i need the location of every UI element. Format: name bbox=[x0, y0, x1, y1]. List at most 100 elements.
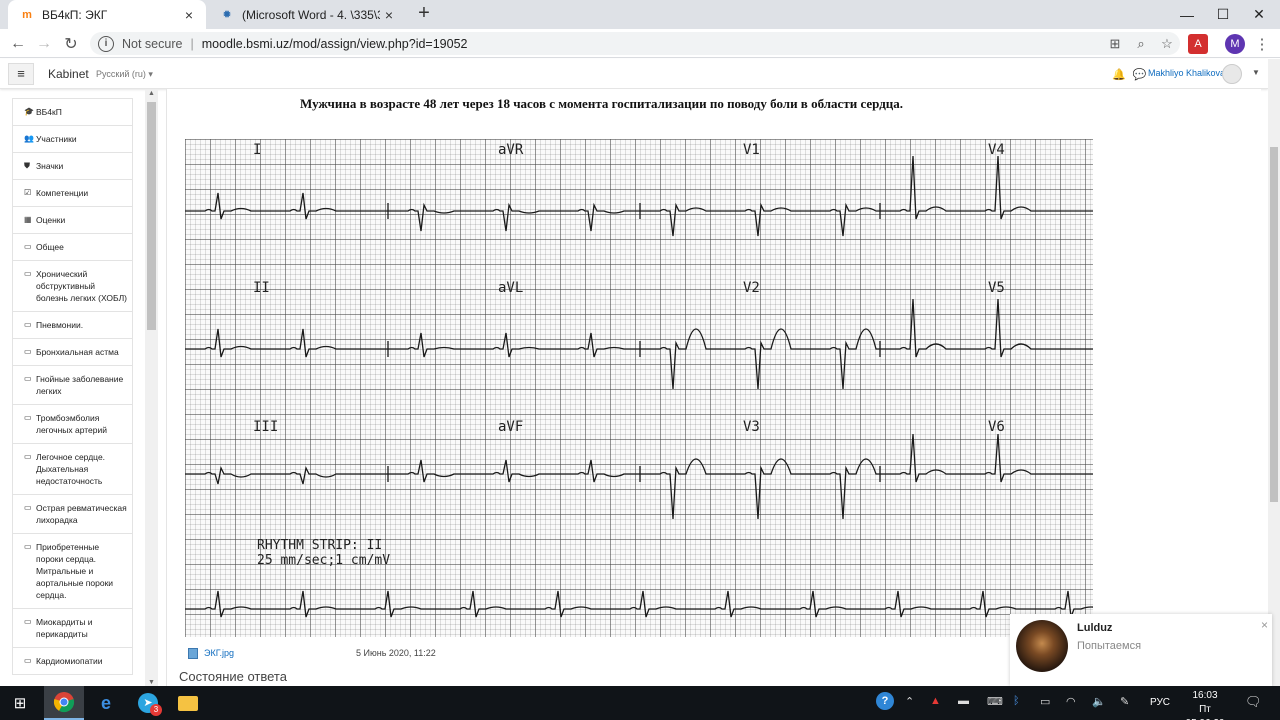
lead-label-V5: V5 bbox=[988, 280, 1005, 296]
lead-label-aVL: aVL bbox=[498, 280, 524, 296]
reload-button[interactable]: ↻ bbox=[60, 33, 82, 55]
chevron-up-icon[interactable]: ⌃ bbox=[905, 695, 914, 708]
wifi-icon[interactable]: ◠ bbox=[1066, 695, 1076, 708]
sidebar-item-label: Бронхиальная астма bbox=[36, 347, 119, 357]
moodle-icon: m bbox=[22, 8, 32, 21]
keyboard-icon[interactable]: ⌨ bbox=[987, 695, 1003, 708]
tab-ecg[interactable]: m ВБ4кП: ЭКГ × bbox=[8, 0, 206, 29]
sidebar-item[interactable]: ▭ Пневмонии. bbox=[12, 312, 133, 339]
ecg-trace bbox=[185, 433, 1093, 520]
sidebar-item[interactable]: 🎓 ВБ4кП bbox=[12, 98, 133, 126]
graduation-cap-icon: 🎓 bbox=[24, 107, 34, 116]
tray-app-icon[interactable]: ▬ bbox=[958, 695, 969, 707]
ecg-trace bbox=[185, 155, 1093, 237]
sidebar-item-label: Гнойные заболевание легких bbox=[36, 374, 124, 396]
sidebar-item[interactable]: ▭ Общее bbox=[12, 234, 133, 261]
warning-icon[interactable]: ▲ bbox=[930, 695, 941, 707]
new-tab-button[interactable]: + bbox=[414, 3, 434, 24]
zoom-icon[interactable]: ⌕ bbox=[1128, 36, 1154, 52]
edge-icon[interactable]: e bbox=[86, 686, 126, 720]
chat-message: Попытаемся bbox=[1077, 640, 1142, 652]
chat-notification[interactable]: Lulduz Попытаемся × bbox=[1010, 614, 1272, 686]
url-text[interactable]: moodle.bsmi.uz/mod/assign/view.php?id=19… bbox=[202, 37, 468, 51]
notification-icons: 🔔 💬 bbox=[1112, 68, 1146, 81]
close-icon[interactable]: × bbox=[1261, 618, 1268, 632]
tab-word-doc[interactable]: ✹ (Microsoft Word - 4. \335\312\3( × bbox=[208, 0, 406, 29]
checkbox-icon: ☑ bbox=[24, 188, 32, 197]
url-omnibox[interactable]: i Not secure | moodle.bsmi.uz/mod/assign… bbox=[90, 32, 1180, 55]
folder-icon bbox=[178, 695, 198, 711]
sidebar-item-label: Участники bbox=[36, 134, 77, 144]
file-link[interactable]: ЭКГ.jpg bbox=[204, 648, 234, 658]
close-tab-icon[interactable]: × bbox=[380, 6, 398, 24]
lead-label-V2: V2 bbox=[743, 280, 760, 296]
bell-icon[interactable]: 🔔 bbox=[1112, 69, 1126, 81]
star-icon[interactable]: ☆ bbox=[1154, 36, 1180, 52]
folder-icon: ▭ bbox=[24, 542, 32, 551]
forward-button[interactable]: → bbox=[33, 33, 55, 55]
profile-avatar[interactable]: M bbox=[1225, 34, 1245, 54]
volume-icon[interactable]: 🔈 bbox=[1092, 695, 1106, 708]
lead-label-V3: V3 bbox=[743, 419, 760, 435]
acrobat-extension-icon[interactable]: A bbox=[1188, 34, 1208, 54]
translate-icon[interactable]: ⊞ bbox=[1102, 36, 1128, 52]
scroll-down-icon[interactable]: ▼ bbox=[145, 679, 158, 686]
sidebar-item[interactable]: ▭ Бронхиальная астма bbox=[12, 339, 133, 366]
sidebar-item[interactable]: ▭ Хронический обструктивный болезнь легки… bbox=[12, 261, 133, 312]
sidebar-item[interactable]: ▭ Кардиомиопатии bbox=[12, 648, 133, 675]
scroll-thumb[interactable] bbox=[147, 102, 156, 330]
chat-bubble-icon[interactable]: 💬 bbox=[1133, 69, 1147, 81]
chrome-icon bbox=[53, 692, 75, 713]
gear-icon: ✹ bbox=[222, 9, 232, 21]
lead-label-V4: V4 bbox=[988, 142, 1005, 158]
scroll-up-icon[interactable]: ▲ bbox=[145, 90, 158, 97]
sidebar-item[interactable]: ▦ Оценки bbox=[12, 207, 133, 234]
sidebar-item[interactable]: 👥 Участники bbox=[12, 126, 133, 153]
sidebar-item[interactable]: ▭ Миокардиты и перикардиты bbox=[12, 609, 133, 648]
chrome-taskbar-icon[interactable] bbox=[44, 686, 84, 720]
windows-start-icon[interactable]: ⊞ bbox=[0, 686, 40, 720]
sidebar-item[interactable]: ▭ Тромбоэмболия легочных артерий bbox=[12, 405, 133, 444]
user-avatar[interactable] bbox=[1222, 64, 1242, 84]
hamburger-menu-button[interactable]: ≡ bbox=[8, 63, 34, 85]
battery-icon[interactable]: ▭ bbox=[1040, 695, 1050, 708]
language-selector[interactable]: Русский (ru) ▾ bbox=[96, 69, 153, 80]
back-button[interactable]: ← bbox=[7, 33, 29, 55]
ecg-caption: Мужчина в возрасте 48 лет через 18 часов… bbox=[300, 96, 904, 111]
sidebar-item[interactable]: ▭ Приобретенные пороки сердца. Митральные… bbox=[12, 534, 133, 609]
sidebar-item-label: Легочное сердце. Дыхательная недостаточн… bbox=[36, 452, 106, 486]
page-scrollbar[interactable] bbox=[1268, 59, 1280, 686]
pen-icon[interactable]: ✎ bbox=[1120, 695, 1129, 708]
sidebar-item[interactable]: ▭ Острая ревматическая лихорадка bbox=[12, 495, 133, 534]
lead-label-I: I bbox=[253, 142, 262, 158]
browser-menu-icon[interactable]: ⋮ bbox=[1252, 34, 1272, 54]
action-center-icon[interactable]: 🗨 bbox=[1245, 694, 1262, 710]
help-icon[interactable]: ? bbox=[876, 692, 894, 710]
bluetooth-icon[interactable]: ᛒ bbox=[1013, 695, 1020, 707]
submission-status-heading: Состояние ответа bbox=[179, 669, 287, 684]
sidebar-item[interactable]: ▭ Гнойные заболевание легких bbox=[12, 366, 133, 405]
nav-scrollbar[interactable]: ▲ ▼ bbox=[145, 90, 158, 686]
sidebar-item[interactable]: ☑ Компетенции bbox=[12, 180, 133, 207]
sidebar-item[interactable]: ⛊ Значки bbox=[12, 153, 133, 180]
file-explorer-icon[interactable] bbox=[168, 686, 208, 720]
sidebar-item-label: Хронический обструктивный болезнь легких… bbox=[36, 269, 127, 303]
security-label: Not secure bbox=[122, 36, 183, 51]
close-tab-icon[interactable]: × bbox=[180, 6, 198, 24]
sidebar-item-label: Пневмонии. bbox=[36, 320, 84, 330]
sidebar-item-label: Тромбоэмболия легочных артерий bbox=[36, 413, 108, 435]
folder-icon: ▭ bbox=[24, 617, 32, 626]
user-name[interactable]: Makhliyo Khalikova bbox=[1148, 68, 1225, 78]
telegram-taskbar-icon[interactable]: ➤ 3 bbox=[128, 686, 168, 720]
image-file-icon bbox=[188, 648, 198, 659]
site-brand[interactable]: Kabinet bbox=[48, 67, 89, 81]
taskbar-clock[interactable]: 16:03 Пт 05.06.20 bbox=[1180, 689, 1230, 720]
chevron-down-icon[interactable]: ▼ bbox=[1252, 68, 1260, 77]
language-indicator[interactable]: РУС bbox=[1150, 697, 1170, 708]
page-scroll-thumb[interactable] bbox=[1270, 147, 1278, 502]
sidebar-item[interactable]: ▭ Легочное сердце. Дыхательная недостаточ… bbox=[12, 444, 133, 495]
lead-label-III: III bbox=[253, 419, 279, 435]
close-window-button[interactable]: ✕ bbox=[1236, 0, 1280, 29]
info-icon[interactable]: i bbox=[98, 35, 114, 52]
table-icon: ▦ bbox=[24, 215, 32, 224]
